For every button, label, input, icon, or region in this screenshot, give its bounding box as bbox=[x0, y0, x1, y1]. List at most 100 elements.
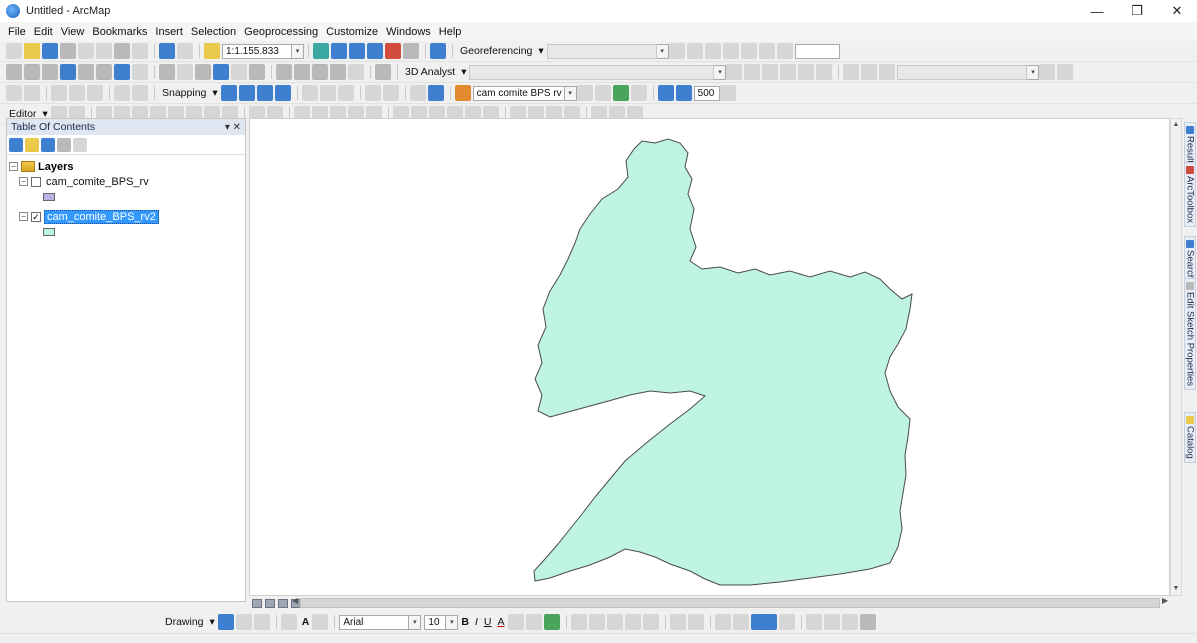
catalog-window-icon[interactable] bbox=[349, 43, 365, 59]
pan-icon[interactable] bbox=[42, 64, 58, 80]
snapping-menu[interactable]: Snapping bbox=[162, 87, 206, 99]
select-elements-icon[interactable] bbox=[217, 614, 234, 630]
layer-name-label-selected[interactable]: cam_comite_BPS_rv2 bbox=[44, 209, 159, 224]
add-data-icon[interactable] bbox=[204, 43, 220, 59]
save-icon[interactable] bbox=[42, 43, 58, 59]
drawing-menu[interactable]: Drawing bbox=[165, 616, 204, 628]
menu-edit[interactable]: Edit bbox=[34, 26, 53, 38]
collapse-icon[interactable]: − bbox=[19, 212, 28, 221]
layer-symbol-swatch[interactable] bbox=[43, 227, 55, 236]
new-text-icon[interactable]: A bbox=[302, 616, 310, 628]
snapping-dropdown-glyph[interactable]: ▾ bbox=[212, 87, 217, 99]
spinner-icon[interactable] bbox=[719, 85, 736, 101]
measure-icon[interactable] bbox=[330, 64, 346, 80]
layer-row[interactable]: − cam_comite_BPS_rv bbox=[9, 174, 245, 189]
edge-snapping-icon[interactable] bbox=[274, 85, 291, 101]
model-builder-icon[interactable] bbox=[430, 43, 446, 59]
go-to-xy-icon[interactable] bbox=[312, 64, 328, 80]
line-color-icon[interactable] bbox=[525, 614, 542, 630]
editor-toolbar-icon[interactable] bbox=[313, 43, 329, 59]
map-display[interactable] bbox=[249, 118, 1170, 596]
3d-analyst-dropdown-glyph[interactable]: ▾ bbox=[461, 66, 466, 78]
undo-edit-icon[interactable] bbox=[427, 85, 444, 101]
distance-tool-icon[interactable] bbox=[675, 85, 692, 101]
catalog-tab[interactable]: Catalog bbox=[1184, 412, 1196, 463]
edit-vertices-icon[interactable] bbox=[312, 614, 329, 630]
cam-comite-bps-rv2-polygon[interactable] bbox=[533, 138, 913, 586]
italic-button[interactable]: I bbox=[475, 616, 478, 628]
forward-extent-icon[interactable] bbox=[132, 64, 148, 80]
font-size-dropdown[interactable]: ▾ bbox=[446, 614, 459, 630]
list-by-selection-icon[interactable] bbox=[57, 137, 71, 152]
undo-icon[interactable] bbox=[159, 43, 175, 59]
full-extent-icon[interactable] bbox=[60, 64, 76, 80]
layer-symbol-swatch[interactable] bbox=[43, 192, 55, 201]
map-scale-dropdown[interactable]: ▾ bbox=[292, 43, 304, 59]
target-layer-field[interactable]: cam comite BPS rv bbox=[472, 85, 565, 101]
map-horizontal-scrollbar[interactable] bbox=[300, 598, 1160, 608]
list-by-visibility-icon[interactable] bbox=[41, 137, 55, 152]
rectangle-tool-icon[interactable] bbox=[280, 614, 297, 630]
refresh-view-button[interactable] bbox=[278, 598, 288, 608]
minimize-button[interactable]: — bbox=[1077, 0, 1117, 22]
search-window-icon[interactable] bbox=[367, 43, 383, 59]
time-slider-icon[interactable] bbox=[348, 64, 364, 80]
marker-color-icon[interactable] bbox=[543, 614, 560, 630]
effects-tool-icon[interactable] bbox=[594, 85, 611, 101]
list-by-drawing-order-icon[interactable] bbox=[9, 137, 23, 152]
layer-visibility-checkbox[interactable] bbox=[31, 176, 41, 187]
scroll-left-arrow[interactable]: ◀ bbox=[292, 596, 298, 605]
back-extent-icon[interactable] bbox=[114, 64, 130, 80]
copy-icon[interactable] bbox=[96, 43, 112, 59]
layer-visibility-checkbox[interactable]: ✓ bbox=[31, 211, 41, 222]
color-swatch-icon[interactable] bbox=[750, 614, 777, 630]
font-name-dropdown[interactable]: ▾ bbox=[409, 614, 422, 630]
toc-pin-close-icons[interactable]: ▾ ✕ bbox=[225, 122, 241, 133]
find-route-icon[interactable] bbox=[294, 64, 310, 80]
menu-geoprocessing[interactable]: Geoprocessing bbox=[244, 26, 318, 38]
scroll-up-arrow[interactable]: ▲ bbox=[1171, 119, 1181, 131]
zoom-in-icon[interactable] bbox=[6, 64, 22, 80]
paste-icon[interactable] bbox=[114, 43, 130, 59]
zoom-out-icon[interactable] bbox=[24, 64, 40, 80]
font-size-field[interactable]: 10 bbox=[424, 614, 447, 630]
font-color-button[interactable]: A bbox=[498, 616, 505, 628]
layers-root-row[interactable]: − Layers bbox=[9, 159, 245, 174]
menu-selection[interactable]: Selection bbox=[191, 26, 236, 38]
collapse-icon[interactable]: − bbox=[19, 177, 28, 186]
effects-tool-icon[interactable] bbox=[612, 85, 629, 101]
scroll-right-arrow[interactable]: ▶ bbox=[1162, 596, 1168, 605]
create-viewer-icon[interactable] bbox=[375, 64, 391, 80]
map-canvas[interactable] bbox=[250, 119, 1170, 596]
print-icon[interactable] bbox=[60, 43, 76, 59]
underline-button[interactable]: U bbox=[484, 616, 492, 628]
select-elements-icon[interactable] bbox=[195, 64, 211, 80]
open-folder-icon[interactable] bbox=[24, 43, 40, 59]
georef-value-field[interactable] bbox=[794, 43, 840, 59]
effects-tool-icon[interactable] bbox=[630, 85, 647, 101]
point-snapping-icon[interactable] bbox=[220, 85, 237, 101]
layout-view-button[interactable] bbox=[265, 598, 275, 608]
collapse-icon[interactable]: − bbox=[9, 162, 18, 171]
scroll-down-arrow[interactable]: ▼ bbox=[1171, 583, 1181, 595]
vertex-snapping-icon[interactable] bbox=[256, 85, 273, 101]
clear-selection-icon[interactable] bbox=[177, 64, 193, 80]
georeferencing-menu[interactable]: Georeferencing bbox=[460, 45, 532, 57]
delete-icon[interactable] bbox=[132, 43, 148, 59]
search-tab[interactable]: Search bbox=[1184, 236, 1196, 285]
fixed-zoom-out-icon[interactable] bbox=[96, 64, 112, 80]
new-document-icon[interactable] bbox=[6, 43, 22, 59]
fixed-zoom-in-icon[interactable] bbox=[78, 64, 94, 80]
menu-help[interactable]: Help bbox=[439, 26, 462, 38]
distance-value-field[interactable]: 500 bbox=[693, 85, 720, 101]
html-popup-icon[interactable] bbox=[249, 64, 265, 80]
layer-row[interactable]: − ✓ cam_comite_BPS_rv2 bbox=[9, 209, 245, 224]
target-layer-dropdown[interactable]: ▾ bbox=[564, 85, 577, 101]
georeferencing-dropdown-glyph[interactable]: ▾ bbox=[538, 45, 543, 57]
menu-windows[interactable]: Windows bbox=[386, 26, 431, 38]
toc-options-icon[interactable] bbox=[73, 137, 87, 152]
end-snapping-icon[interactable] bbox=[238, 85, 255, 101]
effects-tool-icon[interactable] bbox=[576, 85, 593, 101]
map-vertical-scrollbar[interactable]: ▲ ▼ bbox=[1170, 118, 1182, 596]
redo-icon[interactable] bbox=[177, 43, 193, 59]
